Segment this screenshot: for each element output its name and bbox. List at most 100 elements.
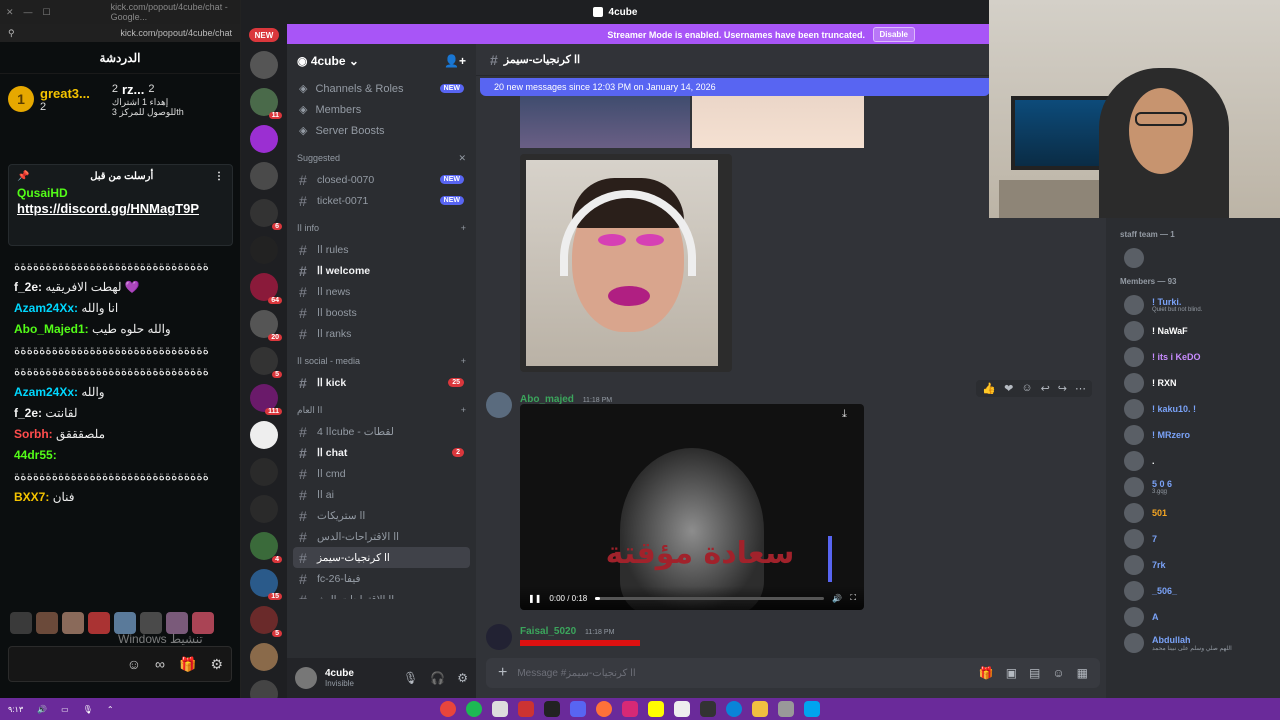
maximize-icon[interactable]: ☐ — [43, 7, 51, 18]
channel-item[interactable]: # اا boosts — [287, 302, 476, 323]
guild-header[interactable]: ◉ 4cube ⌄ 👤+ — [287, 44, 476, 78]
category-social[interactable]: اا social - media + — [287, 350, 476, 372]
more-icon[interactable]: ⋮ — [214, 171, 224, 182]
avatar[interactable] — [486, 624, 512, 650]
chat-username[interactable]: BXX7: — [14, 490, 49, 504]
server-icon[interactable]: 15 — [250, 569, 282, 600]
chat-username[interactable]: 44dr55: — [14, 448, 57, 462]
member-item[interactable]: _506_ — [1106, 578, 1280, 604]
sticker-icon[interactable]: ▤ — [1029, 666, 1040, 680]
add-reaction-icon[interactable]: ☺ — [1021, 382, 1032, 395]
chat-username[interactable]: f_2e: — [14, 280, 42, 294]
image-attachment[interactable] — [692, 96, 864, 148]
emote[interactable] — [166, 612, 188, 634]
gear-icon[interactable]: ⚙ — [457, 671, 468, 685]
channel-item[interactable]: # اا cmd — [287, 463, 476, 484]
gif-icon[interactable]: ▣ — [1006, 666, 1017, 680]
mic-icon[interactable]: 🎙 — [403, 671, 418, 685]
member-item[interactable]: . — [1106, 448, 1280, 474]
apps-icon[interactable]: ▦ — [1077, 666, 1088, 680]
fullscreen-icon[interactable]: ⛶ — [850, 593, 856, 603]
member-item[interactable] — [1106, 245, 1280, 271]
more-icon[interactable]: ⋯ — [1075, 382, 1086, 395]
member-item[interactable]: 7rk — [1106, 552, 1280, 578]
app-icon[interactable] — [700, 701, 716, 717]
channel-item[interactable]: # اا ai — [287, 484, 476, 505]
snapchat-icon[interactable] — [648, 701, 664, 717]
play-icon[interactable]: ❚❚ — [528, 594, 541, 603]
emote[interactable] — [140, 612, 162, 634]
server-icon[interactable]: 11 — [250, 88, 282, 119]
member-item[interactable]: ! MRzero — [1106, 422, 1280, 448]
channel-item[interactable]: # fc-26-فيفا — [287, 568, 476, 589]
pinned-link[interactable]: https://discord.gg/HNMagT9P — [17, 200, 224, 217]
image-attachment[interactable] — [520, 96, 690, 148]
server-icon[interactable]: 6 — [250, 199, 282, 230]
volume-icon[interactable]: 🔊 — [832, 594, 842, 603]
member-item[interactable]: 7 — [1106, 526, 1280, 552]
app-icon[interactable] — [674, 701, 690, 717]
channel-item[interactable]: # اا 4cube - لقطات — [287, 421, 476, 442]
emote[interactable] — [88, 612, 110, 634]
second-gifter-name[interactable]: rz... — [122, 82, 144, 97]
channel-item[interactable]: # اا ranks — [287, 323, 476, 344]
heart-icon[interactable]: ❤ — [1004, 382, 1013, 395]
emoji-icon[interactable]: ☺ — [1052, 666, 1064, 680]
chevron-up-icon[interactable]: ⌃ — [107, 705, 114, 714]
terminal-icon[interactable] — [544, 701, 560, 717]
member-item[interactable]: ! its i KeDO — [1106, 344, 1280, 370]
category-info[interactable]: اا info + — [287, 217, 476, 239]
member-item[interactable]: ! NaWaF — [1106, 318, 1280, 344]
edge-icon[interactable] — [726, 701, 742, 717]
close-icon[interactable]: ✕ — [458, 153, 466, 164]
volume-icon[interactable]: 🔊 — [37, 705, 47, 714]
new-messages-banner[interactable]: 20 new messages since 12:03 PM on Januar… — [480, 78, 990, 96]
member-item[interactable]: A — [1106, 604, 1280, 630]
emote[interactable] — [10, 612, 32, 634]
emote[interactable] — [62, 612, 84, 634]
server-icon[interactable]: 4 — [250, 532, 282, 563]
server-icon[interactable] — [250, 495, 278, 523]
server-icon[interactable]: 5 — [250, 347, 282, 378]
forward-icon[interactable]: ↪ — [1058, 382, 1067, 395]
server-icon[interactable] — [250, 236, 278, 264]
reply-icon[interactable]: ↩ — [1041, 382, 1050, 395]
message-composer[interactable]: + Message #اا كرنجيات-سيمز 🎁 ▣ ▤ ☺ ▦ — [486, 658, 1100, 688]
server-icon[interactable]: 64 — [250, 273, 282, 304]
chat-username[interactable]: Azam24Xx: — [14, 385, 78, 399]
video-player[interactable]: سعادة مؤقتة ⤓ ❚❚ 0:00 / 0:18 🔊 ⛶ — [520, 404, 864, 610]
emote[interactable] — [114, 612, 136, 634]
emote[interactable] — [192, 612, 214, 634]
infinity-icon[interactable]: ∞ — [155, 656, 165, 672]
instagram-icon[interactable] — [622, 701, 638, 717]
pinned-user[interactable]: QusaiHD — [17, 186, 224, 200]
thumbs-up-icon[interactable]: 👍 — [982, 382, 996, 395]
server-icon[interactable] — [250, 421, 278, 449]
member-item[interactable]: 5 0 6 3.gqg — [1106, 474, 1280, 500]
spotify-icon[interactable] — [466, 701, 482, 717]
chat-input[interactable]: ☺ ∞ 🎁 ⚙ — [8, 646, 232, 682]
download-icon[interactable]: ⤓ — [842, 408, 858, 424]
channel-item[interactable]: # اا kick 25 — [287, 372, 476, 393]
add-attachment-icon[interactable]: + — [498, 664, 507, 682]
message-author[interactable]: Faisal_5020 11:18 PM — [520, 626, 614, 637]
server-icon[interactable] — [250, 162, 278, 190]
emoji-icon[interactable]: ☺ — [127, 656, 141, 672]
pinned-message[interactable]: 📌 أرسلت من قبل ⋮ QusaiHD https://discord… — [8, 164, 233, 246]
channel-item[interactable]: # اا news — [287, 281, 476, 302]
gift-icon[interactable]: 🎁 — [979, 666, 994, 680]
app-icon[interactable] — [492, 701, 508, 717]
discord-icon[interactable] — [570, 701, 586, 717]
gift-icon[interactable]: 🎁 — [179, 656, 196, 673]
windows-icon[interactable] — [804, 701, 820, 717]
folder-icon[interactable] — [752, 701, 768, 717]
app-icon[interactable] — [518, 701, 534, 717]
member-item[interactable]: ! Turki. Quiet but not blind. — [1106, 292, 1280, 318]
firefox-icon[interactable] — [596, 701, 612, 717]
pin-icon[interactable]: 📌 — [17, 171, 29, 182]
channel-item[interactable]: # اا كرنجيات-سيمز — [293, 547, 470, 568]
settings-icon[interactable]: ⚙ — [210, 656, 223, 673]
minimize-icon[interactable]: — — [24, 7, 33, 17]
emote[interactable] — [36, 612, 58, 634]
image-attachment[interactable] — [520, 154, 732, 372]
